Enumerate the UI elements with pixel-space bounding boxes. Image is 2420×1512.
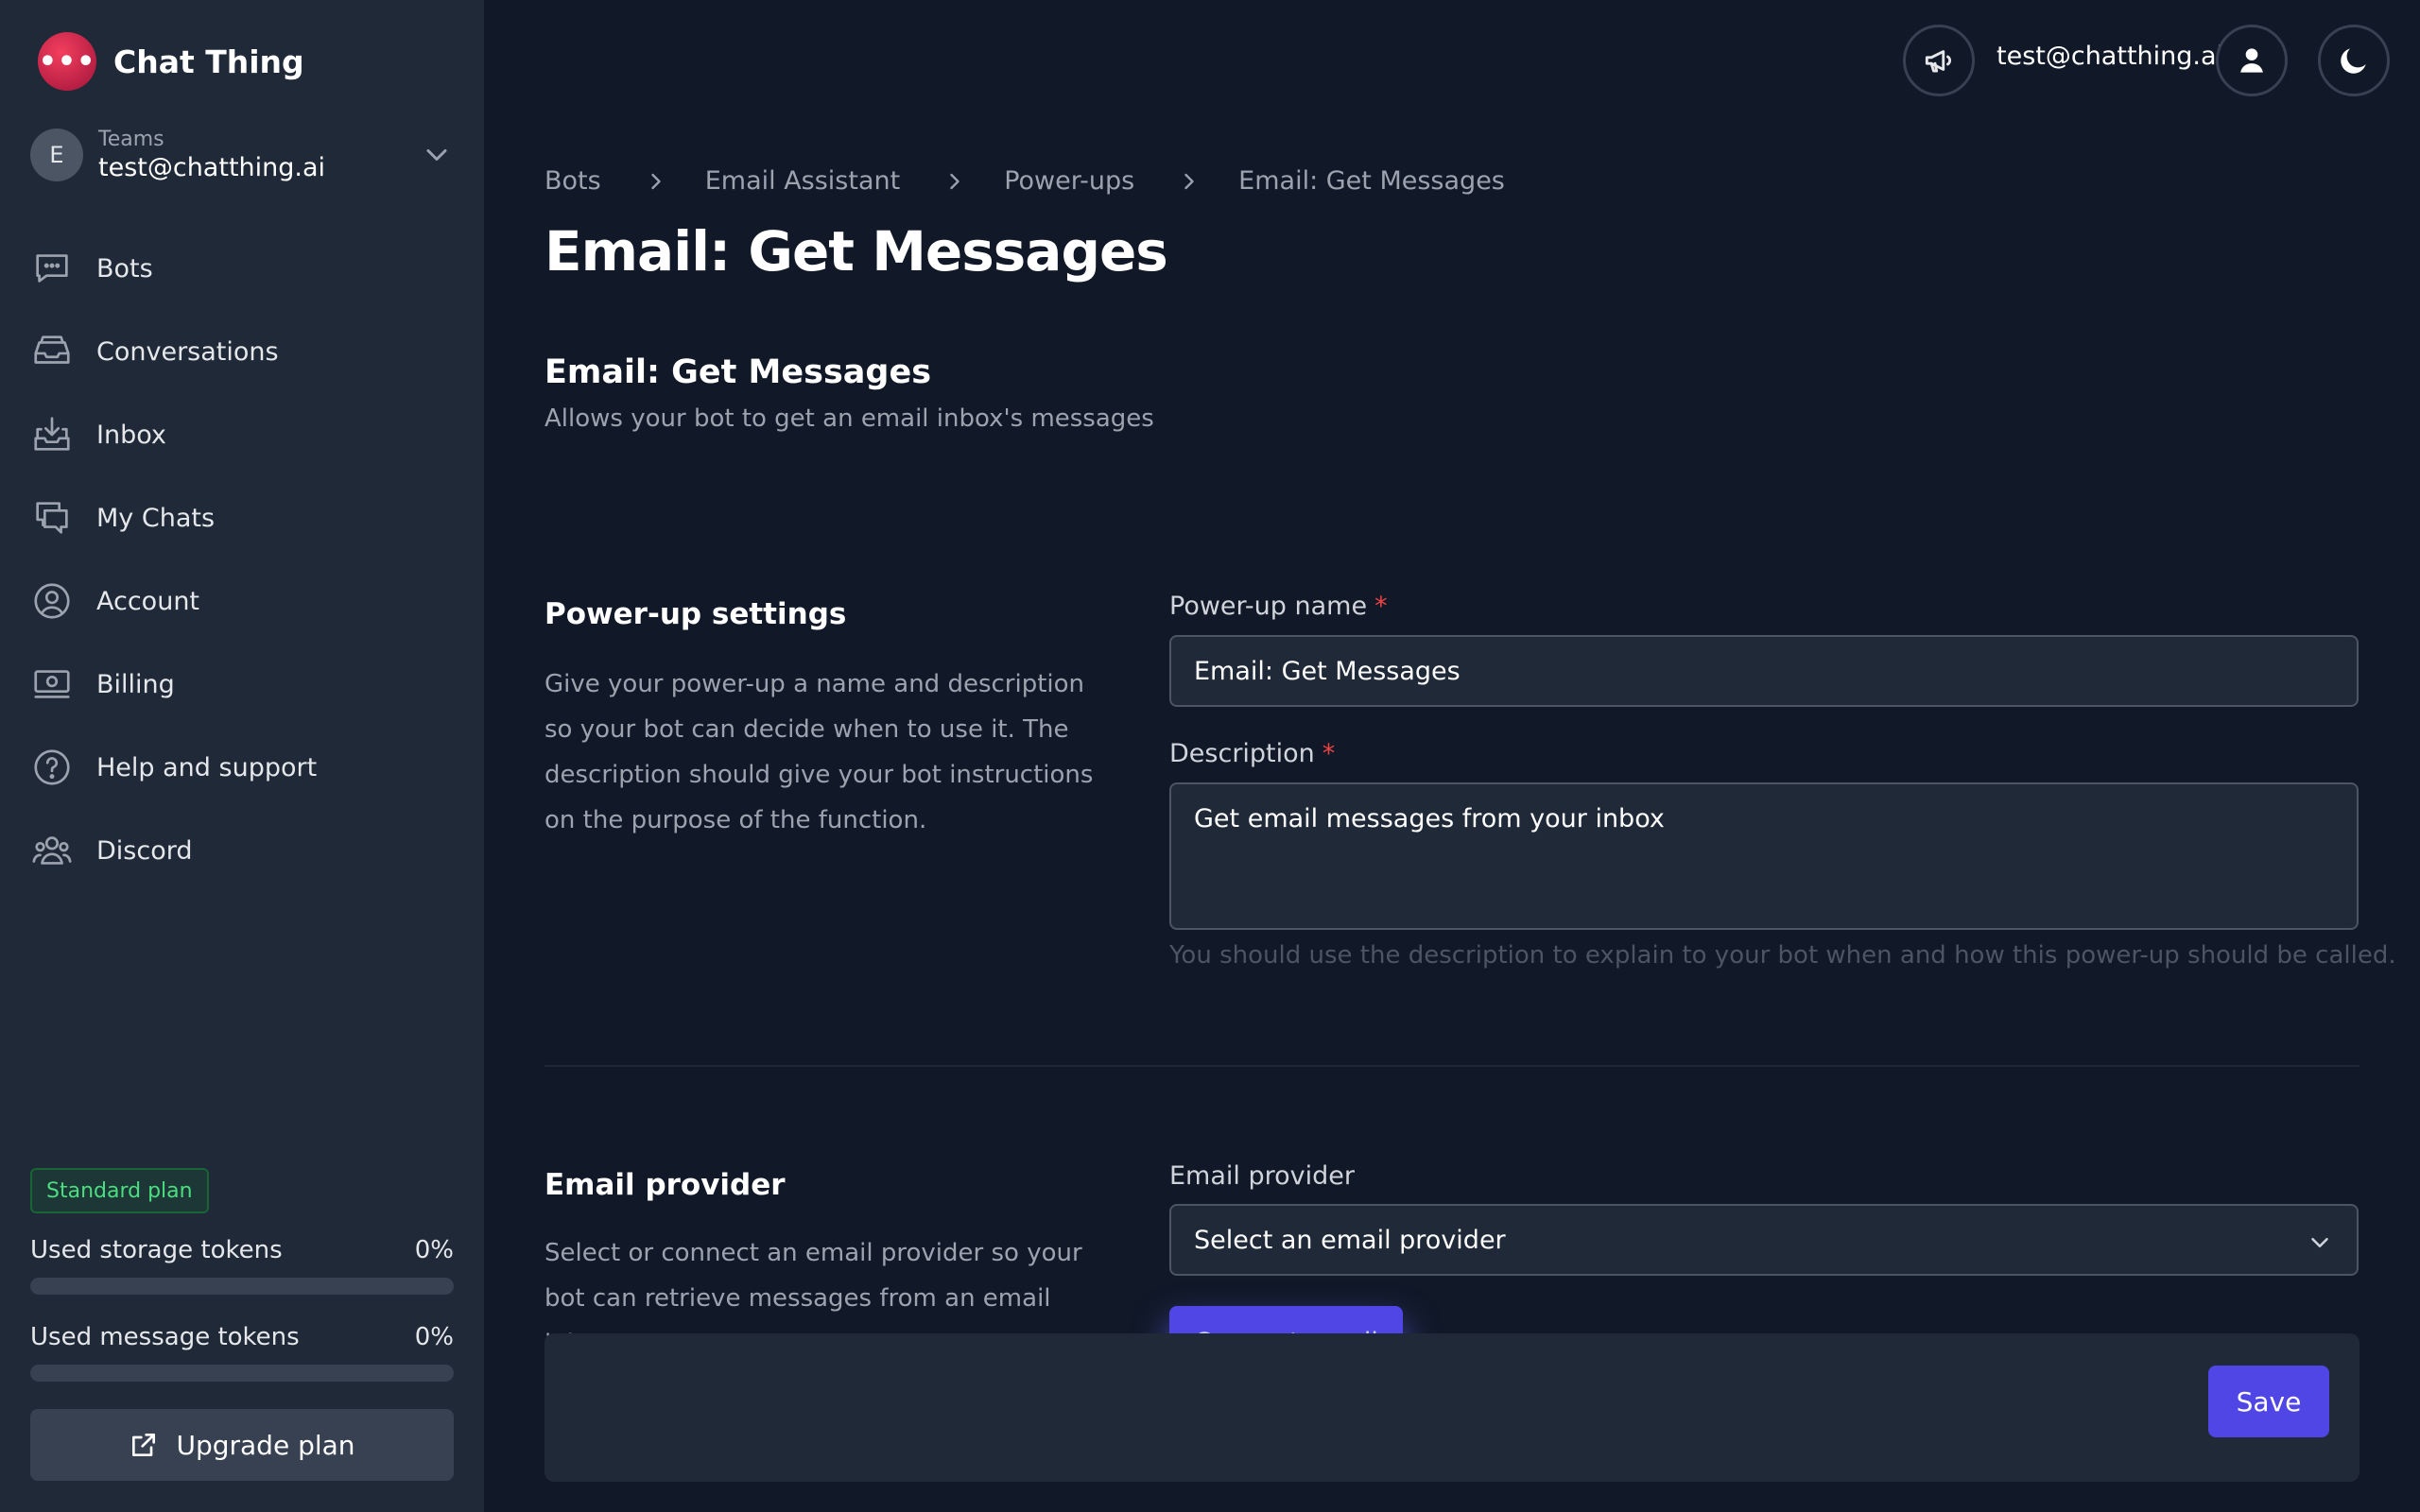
- theme-toggle-button[interactable]: [2318, 25, 2390, 96]
- user-group-icon: [32, 836, 72, 865]
- message-usage-value: 0%: [414, 1323, 454, 1351]
- message-usage-label: Used message tokens: [30, 1323, 300, 1351]
- required-asterisk: *: [1374, 592, 1388, 621]
- sidebar-item-label: Account: [96, 586, 200, 616]
- power-up-description: Allows your bot to get an email inbox's …: [544, 404, 1154, 433]
- team-switcher[interactable]: E Teams test@chatthing.ai: [30, 121, 454, 189]
- sidebar-item-label: Help and support: [96, 752, 318, 782]
- description-textarea[interactable]: Get email messages from your inbox: [1169, 782, 2359, 930]
- power-up-title: Email: Get Messages: [544, 353, 932, 391]
- storage-usage-bar: [30, 1278, 454, 1295]
- description-label-text: Description: [1169, 739, 1315, 768]
- avatar: E: [30, 129, 83, 181]
- sidebar-item-my-chats[interactable]: My Chats: [30, 476, 454, 559]
- chat-bubble-icon: [36, 254, 68, 283]
- sidebar-item-label: My Chats: [96, 503, 216, 533]
- power-up-name-label: Power-up name *: [1169, 592, 1388, 621]
- moon-icon: [2341, 48, 2366, 74]
- description-label: Description *: [1169, 739, 1335, 768]
- chevron-right-icon: [950, 173, 959, 189]
- chevron-right-icon: [1184, 173, 1194, 189]
- sidebar-item-account[interactable]: Account: [30, 559, 454, 643]
- sidebar: ••• Chat Thing E Teams test@chatthing.ai…: [0, 0, 484, 1512]
- save-button[interactable]: Save: [2208, 1366, 2329, 1437]
- email-provider-label: Email provider: [1169, 1161, 1355, 1191]
- breadcrumb-bots[interactable]: Bots: [544, 166, 601, 196]
- sidebar-item-inbox[interactable]: Inbox: [30, 393, 454, 476]
- settings-section-title: Power-up settings: [544, 597, 847, 631]
- message-usage: Used message tokens 0%: [30, 1323, 454, 1382]
- provider-section-title: Email provider: [544, 1168, 786, 1202]
- team-email: test@chatthing.ai: [98, 153, 326, 182]
- breadcrumb-current[interactable]: Email: Get Messages: [1238, 166, 1505, 196]
- upgrade-plan-label: Upgrade plan: [176, 1429, 355, 1461]
- plan-badge: Standard plan: [30, 1168, 209, 1213]
- inbox-stack-icon: [34, 335, 70, 364]
- announcements-button[interactable]: [1903, 25, 1975, 96]
- storage-usage-value: 0%: [414, 1236, 454, 1264]
- description-help-text: You should use the description to explai…: [1169, 941, 2396, 970]
- settings-section-description: Give your power-up a name and descriptio…: [544, 670, 1094, 834]
- external-link-icon: [132, 1434, 156, 1456]
- chat-thing-logo-icon: •••: [38, 32, 96, 91]
- save-bar: Save: [544, 1333, 2360, 1482]
- sidebar-item-label: Inbox: [96, 420, 166, 450]
- storage-usage-label: Used storage tokens: [30, 1236, 283, 1264]
- chevron-right-icon: [651, 173, 661, 189]
- inbox-download-icon: [34, 417, 70, 451]
- power-up-name-label-text: Power-up name: [1169, 592, 1368, 621]
- upgrade-plan-button[interactable]: Upgrade plan: [30, 1409, 454, 1481]
- app-name: Chat Thing: [113, 43, 304, 80]
- banknotes-icon: [34, 670, 70, 698]
- sidebar-item-label: Bots: [96, 253, 153, 284]
- sidebar-item-bots[interactable]: Bots: [30, 227, 454, 310]
- team-label: Teams: [98, 128, 164, 151]
- user-icon: [2240, 48, 2263, 73]
- header-user-email: test@chatthing.ai: [1996, 42, 2224, 71]
- chevron-down-icon: [2311, 1238, 2328, 1247]
- sidebar-item-label: Discord: [96, 835, 193, 866]
- megaphone-icon: [1925, 50, 1952, 73]
- page-title: Email: Get Messages: [544, 219, 1168, 284]
- email-provider-selected: Select an email provider: [1194, 1225, 1506, 1255]
- breadcrumb-email-assistant[interactable]: Email Assistant: [705, 166, 901, 196]
- user-circle-icon: [34, 583, 70, 619]
- breadcrumb: Bots Email Assistant Power-ups Email: Ge…: [544, 166, 1505, 196]
- user-menu-button[interactable]: [2216, 25, 2288, 96]
- sidebar-item-label: Billing: [96, 669, 175, 699]
- required-asterisk: *: [1322, 739, 1336, 768]
- email-provider-select[interactable]: Select an email provider: [1169, 1204, 2359, 1276]
- sidebar-nav: Bots Conversations Inbox My Chats Accoun…: [30, 227, 454, 892]
- sidebar-item-help[interactable]: Help and support: [30, 726, 454, 809]
- sidebar-item-conversations[interactable]: Conversations: [30, 310, 454, 393]
- sidebar-item-discord[interactable]: Discord: [30, 809, 454, 892]
- team-text: Teams test@chatthing.ai: [98, 128, 420, 182]
- storage-usage: Used storage tokens 0%: [30, 1236, 454, 1295]
- brand[interactable]: ••• Chat Thing: [38, 32, 304, 91]
- question-circle-icon: [34, 749, 70, 785]
- breadcrumb-power-ups[interactable]: Power-ups: [1004, 166, 1134, 196]
- chevron-down-icon[interactable]: [420, 138, 454, 172]
- message-usage-bar: [30, 1365, 454, 1382]
- chat-bubbles-icon: [36, 502, 68, 534]
- power-up-name-input[interactable]: [1169, 635, 2359, 707]
- sidebar-item-billing[interactable]: Billing: [30, 643, 454, 726]
- section-divider: [544, 1065, 2360, 1067]
- sidebar-item-label: Conversations: [96, 336, 279, 367]
